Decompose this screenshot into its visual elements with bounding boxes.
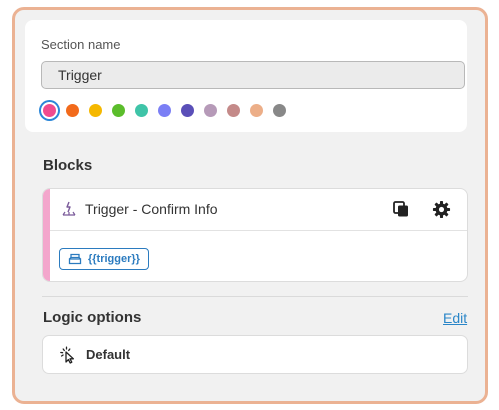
block-title: Trigger - Confirm Info — [85, 201, 218, 217]
section-header-card: Section name — [25, 20, 467, 132]
block-card[interactable]: Trigger - Confirm Info {{trigger}} — [42, 188, 468, 282]
block-color-bar — [43, 189, 50, 281]
click-icon — [59, 346, 77, 364]
color-swatch[interactable] — [112, 103, 125, 117]
color-swatch[interactable] — [273, 103, 286, 117]
color-swatch[interactable] — [250, 103, 263, 117]
color-picker — [41, 102, 296, 118]
section-name-input[interactable] — [41, 61, 465, 89]
color-swatch[interactable] — [43, 103, 56, 117]
gear-icon[interactable] — [431, 199, 451, 219]
trigger-variable-tag[interactable]: {{trigger}} — [59, 248, 149, 270]
section-panel: Section name Blocks Trigger - Confirm In… — [12, 7, 488, 404]
logic-options-heading: Logic options — [43, 309, 142, 326]
color-swatch[interactable] — [66, 103, 79, 117]
color-swatch[interactable] — [89, 103, 102, 117]
block-header: Trigger - Confirm Info — [50, 189, 467, 231]
default-logic-option[interactable]: Default — [42, 335, 468, 374]
copy-icon[interactable] — [391, 199, 411, 219]
database-icon — [68, 253, 82, 265]
edit-link[interactable]: Edit — [443, 310, 467, 326]
color-swatch[interactable] — [158, 103, 171, 117]
default-label: Default — [86, 347, 131, 362]
tag-label: {{trigger}} — [88, 253, 140, 265]
blocks-heading: Blocks — [43, 157, 93, 174]
color-swatch[interactable] — [181, 103, 194, 117]
color-swatch[interactable] — [135, 103, 148, 117]
color-swatch[interactable] — [204, 103, 217, 117]
divider — [42, 296, 468, 297]
section-name-label: Section name — [41, 37, 121, 52]
trigger-icon — [60, 200, 78, 218]
color-swatch[interactable] — [227, 103, 240, 117]
